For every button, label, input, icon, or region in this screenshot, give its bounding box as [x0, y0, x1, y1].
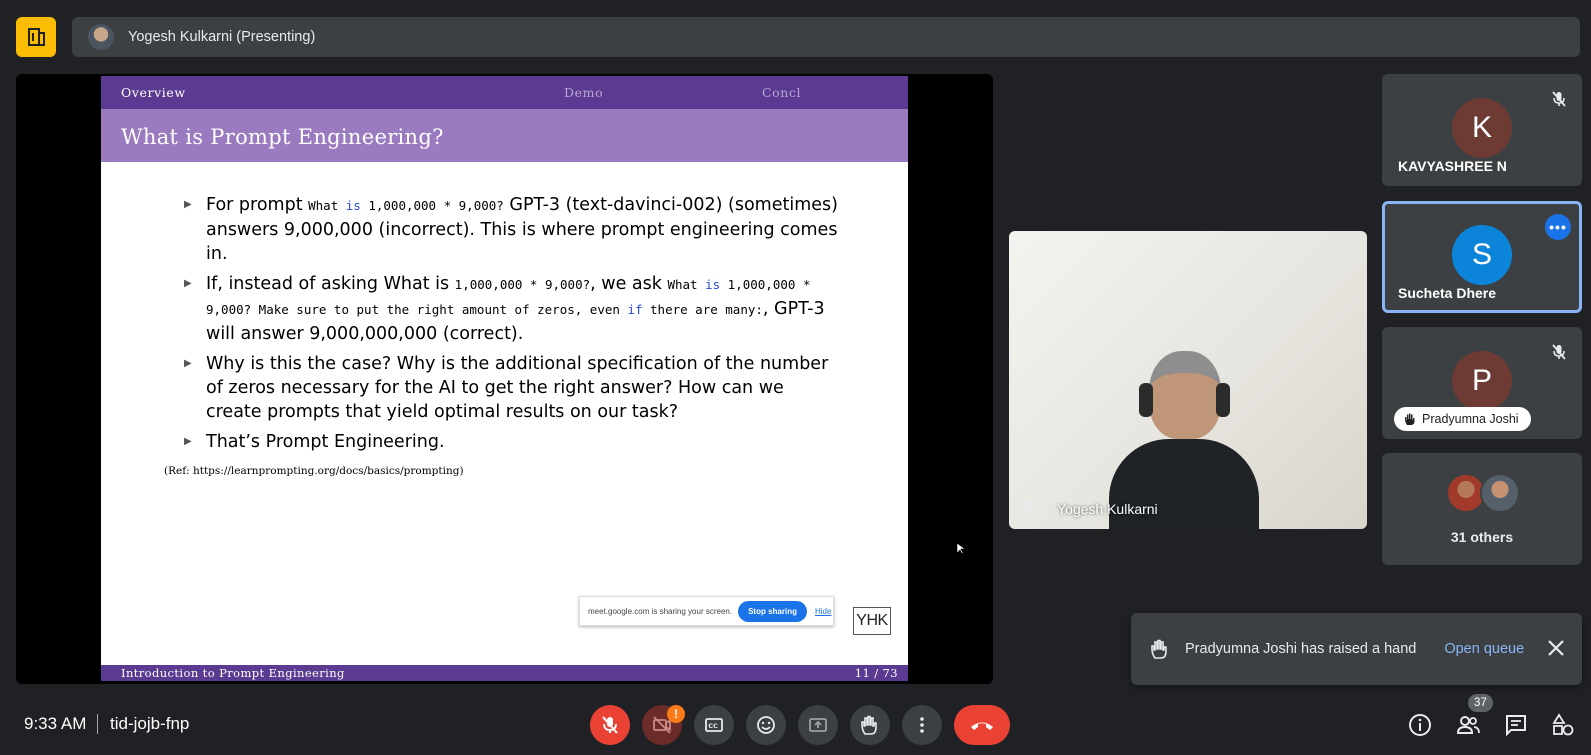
slide-footer-title: Introduction to Prompt Engineering: [121, 666, 345, 680]
presenter-label: Yogesh Kulkarni (Presenting): [128, 29, 316, 45]
svg-text:CC: CC: [708, 722, 718, 730]
others-tile[interactable]: 31 others: [1382, 453, 1582, 565]
share-bar-text: meet.google.com is sharing your screen.: [588, 606, 733, 616]
slide-nav-item: Overview: [121, 85, 186, 100]
participant-count-badge: 37: [1468, 694, 1493, 712]
slide-logo: YHK: [853, 607, 891, 635]
mouse-cursor-icon: [957, 543, 965, 555]
participant-tile[interactable]: K KAVYASHREE N: [1382, 74, 1582, 186]
emoji-reaction-button[interactable]: [746, 705, 786, 745]
screen-share-bar: meet.google.com is sharing your screen. …: [579, 596, 834, 626]
meeting-code: tid-jojb-fnp: [110, 714, 190, 733]
people-icon[interactable]: [1455, 712, 1481, 738]
activities-icon[interactable]: [1550, 712, 1576, 738]
info-icon[interactable]: [1407, 712, 1433, 738]
participant-name: Sucheta Dhere: [1398, 285, 1497, 301]
slide-bullets: For prompt What is 1,000,000 * 9,000? GP…: [184, 193, 844, 460]
pin-icon[interactable]: [1021, 501, 1035, 519]
avatar: S: [1452, 225, 1512, 285]
camera-alert-badge: !: [667, 705, 685, 723]
close-icon[interactable]: [1546, 638, 1566, 658]
others-label: 31 others: [1450, 529, 1514, 545]
presenter-avatar: [88, 24, 114, 50]
meet-logo-button[interactable]: [16, 17, 56, 57]
more-options-button[interactable]: [902, 705, 942, 745]
notification-message: Pradyumna Joshi has raised a hand: [1185, 641, 1417, 657]
divider: [97, 714, 98, 734]
open-queue-button[interactable]: Open queue: [1444, 641, 1524, 657]
meeting-time: 9:33 AM: [24, 714, 87, 733]
slide-nav: Overview Demo Concl: [101, 76, 908, 109]
leave-call-button[interactable]: [954, 705, 1010, 745]
avatar: [1480, 473, 1520, 513]
slide-nav-item: Concl: [762, 85, 802, 100]
participant-tile[interactable]: S Sucheta Dhere •••: [1382, 201, 1582, 313]
hand-icon: [1151, 639, 1167, 659]
hide-share-bar-link[interactable]: Hide: [815, 607, 831, 616]
slide-footer: Introduction to Prompt Engineering 11 / …: [101, 665, 908, 681]
captions-icon: CC: [705, 718, 723, 732]
slide-bullet: Why is this the case? Why is the additio…: [184, 352, 844, 424]
presentation-stage[interactable]: Overview Demo Concl What is Prompt Engin…: [16, 74, 993, 684]
participant-name: KAVYASHREE N: [1398, 158, 1507, 174]
slide-page-number: 11 / 73: [854, 666, 898, 680]
shared-slide: Overview Demo Concl What is Prompt Engin…: [101, 76, 908, 681]
mic-off-icon: [1552, 344, 1566, 360]
more-options-button[interactable]: •••: [1545, 214, 1571, 240]
slide-bullet: If, instead of asking What is 1,000,000 …: [184, 272, 844, 346]
more-vert-icon: [920, 717, 924, 733]
slide-nav-item: Demo: [564, 85, 604, 100]
present-icon: [809, 718, 827, 732]
raised-hand-notification: Pradyumna Joshi has raised a hand Open q…: [1131, 613, 1582, 685]
chat-icon[interactable]: [1503, 712, 1529, 738]
slide-bullet: That’s Prompt Engineering.: [184, 430, 844, 454]
emoji-icon: [757, 716, 775, 734]
slide-bullet: For prompt What is 1,000,000 * 9,000? GP…: [184, 193, 844, 266]
meet-logo-icon: [28, 28, 45, 46]
presenter-bar: Yogesh Kulkarni (Presenting): [72, 17, 1580, 57]
more-icon: •••: [1549, 219, 1567, 235]
raise-hand-button[interactable]: [850, 705, 890, 745]
captions-button[interactable]: CC: [694, 705, 734, 745]
present-now-button[interactable]: [798, 705, 838, 745]
slide-title: What is Prompt Engineering?: [101, 109, 908, 162]
avatar: P: [1452, 351, 1512, 411]
mic-off-icon: [602, 716, 618, 734]
presenter-video-tile[interactable]: Yogesh Kulkarni: [1009, 231, 1367, 529]
mic-off-icon: [1552, 91, 1566, 107]
raised-hand-badge: Pradyumna Joshi: [1394, 407, 1531, 431]
hand-icon: [1405, 413, 1415, 425]
microphone-toggle-button[interactable]: [590, 705, 630, 745]
end-call-icon: [971, 722, 993, 730]
stop-sharing-button[interactable]: Stop sharing: [738, 600, 807, 622]
slide-reference: (Ref: https://learnprompting.org/docs/ba…: [164, 465, 464, 477]
raise-hand-icon: [861, 715, 877, 735]
participant-name: Pradyumna Joshi: [1422, 412, 1519, 426]
others-avatars: [1446, 473, 1522, 515]
video-participant-name: Yogesh Kulkarni: [1057, 501, 1158, 517]
participant-tile[interactable]: P Pradyumna Joshi: [1382, 327, 1582, 439]
avatar: K: [1452, 98, 1512, 158]
